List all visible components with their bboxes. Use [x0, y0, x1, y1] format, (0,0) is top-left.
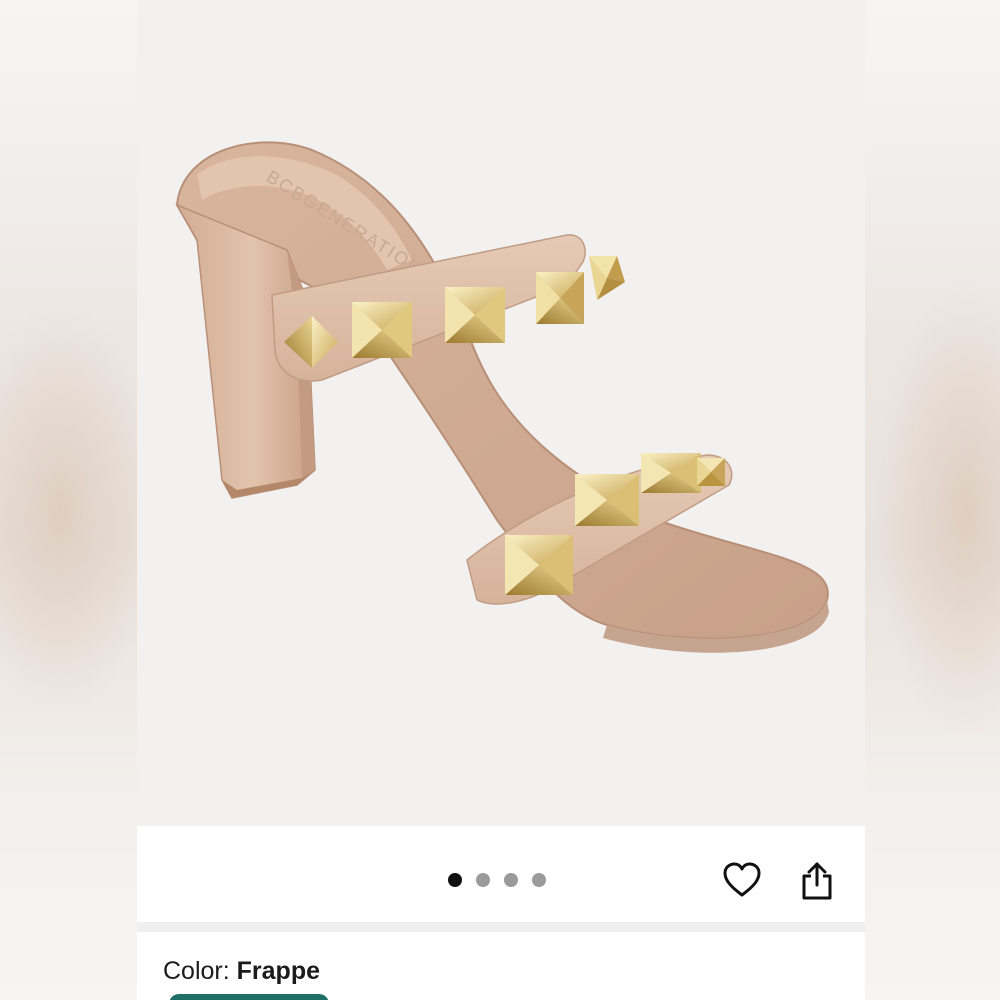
color-value: Frappe: [236, 957, 320, 985]
pagination-dots: [448, 873, 546, 887]
page-dot-2[interactable]: [476, 873, 490, 887]
color-swatch[interactable]: [169, 994, 329, 1000]
product-image[interactable]: BCBGENERATION: [137, 0, 865, 826]
page-dot-3[interactable]: [504, 873, 518, 887]
color-label: Color:: [163, 957, 230, 985]
share-icon: [802, 862, 832, 900]
right-blur-backdrop: [865, 0, 1000, 1000]
color-selection-row: Color: Frappe: [163, 957, 320, 986]
share-button[interactable]: [799, 861, 835, 906]
section-divider: [137, 922, 865, 932]
product-screen: BCBGENERATION Color: Frappe: [137, 0, 865, 1000]
heart-icon: [723, 862, 761, 897]
page-dot-4[interactable]: [532, 873, 546, 887]
favorite-button[interactable]: [722, 861, 762, 904]
page-dot-1[interactable]: [448, 873, 462, 887]
sandal-illustration: BCBGENERATION: [175, 141, 829, 653]
gallery-controls: [137, 826, 865, 922]
left-blur-backdrop: [0, 0, 160, 1000]
